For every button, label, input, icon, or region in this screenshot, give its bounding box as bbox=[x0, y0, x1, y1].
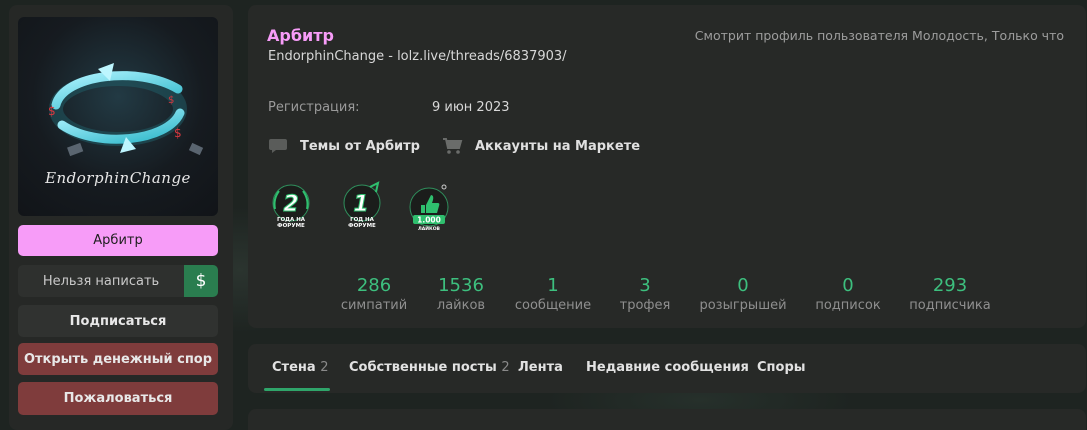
stat-value: 1536 bbox=[438, 275, 484, 296]
write-message-button[interactable]: Нельзя написать bbox=[18, 265, 184, 297]
open-dispute-button[interactable]: Открыть денежный спор bbox=[18, 343, 218, 375]
stat-label: сообщение bbox=[514, 298, 592, 313]
cart-icon bbox=[443, 138, 463, 154]
username-button[interactable]: Арбитр bbox=[18, 225, 218, 256]
dollar-icon: $ bbox=[195, 271, 207, 291]
trophy-1-caption-2: ФОРУМЕ bbox=[277, 223, 305, 229]
trophy-2-caption-2: ФОРУМЕ bbox=[348, 223, 376, 229]
stat-label: подписчика bbox=[909, 298, 991, 313]
stat-value: 0 bbox=[737, 275, 749, 296]
active-tab-indicator bbox=[264, 388, 330, 391]
profile-custom-title: EndorphinChange - lolz.live/threads/6837… bbox=[268, 49, 567, 64]
trophy-2-number: 1 bbox=[353, 192, 368, 217]
stat-subscriptions[interactable]: 0 подписок bbox=[815, 275, 880, 313]
registration-date: 9 июн 2023 bbox=[432, 100, 510, 115]
stat-value: 286 bbox=[356, 275, 392, 296]
stat-label: трофея bbox=[619, 298, 671, 313]
tab-count: 2 bbox=[501, 360, 510, 375]
stat-likes[interactable]: 1536 лайков bbox=[437, 275, 485, 313]
stat-value: 1 bbox=[547, 275, 559, 296]
avatar-caption: EndorphinChange bbox=[45, 169, 191, 187]
trophy-3-number: 1.000 bbox=[417, 216, 441, 225]
trophy-two-years-icon[interactable]: 2 ГОДА НА ФОРУМЕ bbox=[265, 181, 317, 233]
themes-link[interactable]: Темы от Арбитр bbox=[268, 137, 420, 155]
themes-link-label: Темы от Арбитр bbox=[300, 138, 420, 154]
tab-label: Собственные посты bbox=[349, 360, 497, 375]
stat-value: 293 bbox=[932, 275, 968, 296]
svg-text:$: $ bbox=[168, 95, 174, 106]
trophy-one-year-icon[interactable]: 1 ГОД НА ФОРУМЕ bbox=[336, 181, 388, 233]
stat-value: 3 bbox=[639, 275, 651, 296]
svg-text:$: $ bbox=[48, 104, 56, 118]
stat-sympathies[interactable]: 286 симпатий bbox=[341, 275, 407, 313]
stat-giveaways[interactable]: 0 розыгрышей bbox=[699, 275, 786, 313]
stat-label: подписок bbox=[815, 298, 881, 313]
stat-value: 0 bbox=[842, 275, 854, 296]
stat-followers[interactable]: 293 подписчика bbox=[909, 275, 991, 313]
profile-activity: Смотрит профиль пользователя Молодость, … bbox=[694, 28, 1064, 43]
avatar[interactable]: $ $ $ EndorphinChange bbox=[18, 17, 218, 216]
stat-label: лайков bbox=[436, 298, 486, 313]
stat-label: симпатий bbox=[340, 298, 408, 313]
transfer-money-button[interactable]: $ bbox=[184, 265, 218, 297]
tab-label: Недавние сообщения bbox=[586, 360, 749, 375]
market-link-label: Аккаунты на Маркете bbox=[475, 138, 641, 154]
chat-bubble-icon bbox=[269, 139, 287, 153]
profile-username: Арбитр bbox=[267, 26, 334, 45]
trophy-thousand-likes-icon[interactable]: 1.000 ЛАЙКОВ bbox=[403, 181, 455, 233]
trophy-1-number: 2 bbox=[283, 192, 298, 217]
subscribe-button[interactable]: Подписаться bbox=[18, 305, 218, 337]
stat-trophies[interactable]: 3 трофея bbox=[620, 275, 671, 313]
tab-wall[interactable]: Стена 2 bbox=[272, 360, 328, 375]
svg-text:$: $ bbox=[174, 126, 182, 140]
wall-content-card bbox=[248, 409, 1086, 430]
tab-own-posts[interactable]: Собственные посты 2 bbox=[349, 360, 510, 375]
tab-label: Стена bbox=[272, 360, 316, 375]
report-button[interactable]: Пожаловаться bbox=[18, 382, 218, 415]
tab-recent-messages[interactable]: Недавние сообщения bbox=[586, 360, 749, 375]
stat-label: розыгрышей bbox=[699, 298, 787, 313]
market-link[interactable]: Аккаунты на Маркете bbox=[442, 137, 640, 155]
tab-count: 2 bbox=[320, 360, 329, 375]
tab-disputes[interactable]: Споры bbox=[757, 360, 806, 375]
tab-label: Лента bbox=[518, 360, 563, 375]
registration-label: Регистрация: bbox=[268, 100, 360, 115]
tab-feed[interactable]: Лента bbox=[518, 360, 563, 375]
tab-label: Споры bbox=[757, 360, 806, 375]
stat-messages[interactable]: 1 сообщение bbox=[515, 275, 591, 313]
